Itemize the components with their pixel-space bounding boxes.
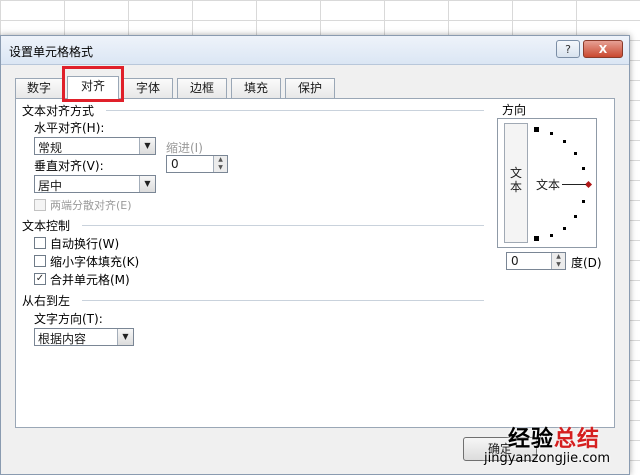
dial-dot: [574, 152, 577, 155]
spin-arrows-icon[interactable]: ▲ ▼: [551, 253, 565, 269]
tab-font[interactable]: 字体: [123, 78, 173, 98]
text-direction-value: 根据内容: [38, 332, 87, 346]
vertical-text-button[interactable]: 文本: [504, 123, 528, 243]
degrees-value: 0: [511, 254, 519, 268]
dial-dot: [582, 200, 585, 203]
rtl-title: 从右到左: [22, 294, 71, 308]
merge-cells-checkbox[interactable]: ✓: [34, 273, 46, 285]
text-direction-label: 文字方向(T):: [34, 312, 103, 326]
wrap-text-label: 自动换行(W): [50, 237, 120, 251]
help-button[interactable]: ?: [556, 40, 580, 58]
text-control-title: 文本控制: [22, 219, 71, 233]
indent-value: 0: [171, 157, 179, 171]
dial-text-label: 文本: [536, 178, 561, 192]
watermark-url: jingyanzongjie.com: [484, 451, 611, 466]
degrees-stepper[interactable]: 0 ▲ ▼: [506, 252, 566, 270]
text-alignment-title: 文本对齐方式: [22, 104, 95, 118]
degrees-label: 度(D): [571, 256, 602, 270]
wrap-text-checkbox[interactable]: [34, 237, 46, 249]
dial-pointer[interactable]: [584, 180, 593, 189]
chevron-down-icon[interactable]: ▼: [117, 329, 133, 345]
dialog-title: 设置单元格格式: [9, 45, 94, 59]
orientation-box: 文本 文本: [497, 118, 597, 248]
dial-dot: [550, 132, 553, 135]
vertical-align-select[interactable]: 居中 ▼: [34, 175, 156, 193]
dial-dot: [534, 236, 539, 241]
tab-border[interactable]: 边框: [177, 78, 227, 98]
section-divider: [82, 300, 484, 301]
section-divider: [106, 110, 484, 111]
horizontal-align-select[interactable]: 常规 ▼: [34, 137, 156, 155]
vertical-align-value: 居中: [38, 179, 63, 193]
tab-protection[interactable]: 保护: [285, 78, 335, 98]
dialog-titlebar: 设置单元格格式 ? X: [1, 36, 629, 65]
spin-arrows-icon[interactable]: ▲ ▼: [213, 156, 227, 172]
justify-distributed-label: 两端分散对齐(E): [50, 199, 132, 212]
chevron-down-icon[interactable]: ▼: [139, 138, 155, 154]
horizontal-align-value: 常规: [38, 141, 63, 155]
orientation-title: 方向: [502, 103, 527, 117]
orientation-dial[interactable]: 文本: [530, 119, 598, 249]
text-direction-select[interactable]: 根据内容 ▼: [34, 328, 134, 346]
dial-dot: [563, 227, 566, 230]
merge-cells-label: 合并单元格(M): [50, 273, 130, 287]
chevron-down-icon[interactable]: ▼: [139, 176, 155, 192]
dial-dot: [550, 234, 553, 237]
indent-stepper[interactable]: 0 ▲ ▼: [166, 155, 228, 173]
section-divider: [82, 225, 484, 226]
shrink-to-fit-label: 缩小字体填充(K): [50, 255, 140, 269]
dial-dot: [582, 167, 585, 170]
justify-distributed-checkbox[interactable]: [34, 199, 46, 211]
vertical-text-label: 文本: [509, 166, 522, 194]
dial-dot: [563, 140, 566, 143]
indent-label: 缩进(I): [166, 141, 203, 155]
shrink-to-fit-checkbox[interactable]: [34, 255, 46, 267]
check-icon: ✓: [35, 273, 45, 284]
dial-dot: [574, 215, 577, 218]
close-button[interactable]: X: [583, 40, 623, 58]
dial-indicator-line: [562, 184, 586, 185]
dial-dot: [534, 127, 539, 132]
alignment-tab-highlight: [62, 66, 124, 102]
tab-fill[interactable]: 填充: [231, 78, 281, 98]
watermark-logo: 经验总结: [508, 427, 601, 452]
tab-number[interactable]: 数字: [15, 78, 63, 98]
vertical-align-label: 垂直对齐(V):: [34, 159, 104, 173]
horizontal-align-label: 水平对齐(H):: [34, 121, 105, 135]
